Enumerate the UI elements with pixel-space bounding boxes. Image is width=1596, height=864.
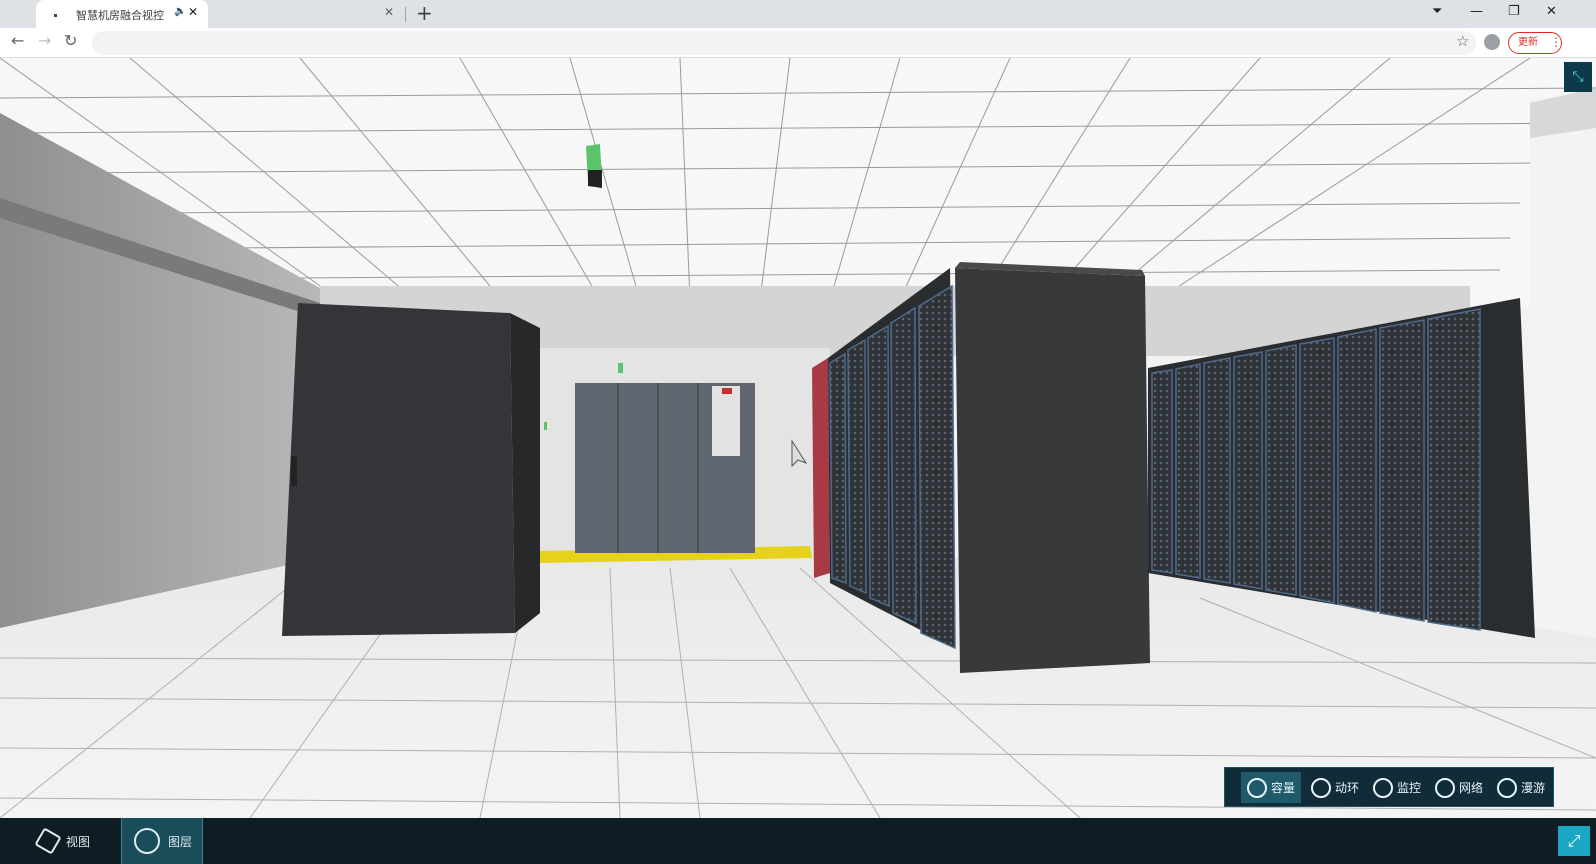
view-button[interactable]: 视图	[26, 818, 122, 864]
close-tab-icon[interactable]: ✕	[188, 5, 198, 19]
mode-roam[interactable]: 漫游	[1491, 772, 1551, 803]
scene-render	[0, 58, 1596, 818]
minimize-icon[interactable]: —	[1470, 4, 1483, 19]
back-icon[interactable]: ←	[11, 31, 24, 50]
tab-search-icon[interactable]: ⏷	[1432, 4, 1442, 19]
mode-capacity[interactable]: 容量	[1241, 772, 1302, 803]
mode-label: 网络	[1459, 781, 1484, 795]
mode-environment[interactable]: 动环	[1305, 772, 1365, 803]
environment-icon	[1311, 777, 1331, 798]
mode-network[interactable]: 网络	[1429, 772, 1489, 803]
roam-icon	[1497, 777, 1517, 798]
tab-separator	[405, 7, 406, 22]
view-label: 视图	[66, 834, 91, 849]
mode-label: 动环	[1335, 781, 1360, 795]
browser-tabstrip: 智慧机房融合视控 🔈 ✕ ✕ + ⏷ — ❐ ✕	[0, 0, 1596, 28]
browser-toolbar: ← → ↻ ☆ 更新 ⋮	[0, 28, 1596, 58]
speaker-icon[interactable]: 🔈	[174, 6, 186, 17]
forward-icon[interactable]: →	[38, 31, 51, 50]
datacenter-3d-viewport[interactable]	[0, 58, 1596, 818]
address-bar[interactable]	[92, 31, 1476, 55]
reload-icon[interactable]: ↻	[64, 31, 77, 50]
layer-button[interactable]: 图层	[121, 818, 203, 864]
camera-icon	[1373, 777, 1393, 798]
network-icon	[1435, 777, 1455, 798]
bottom-bar: 视图 图层	[0, 818, 1596, 864]
browser-tab-active[interactable]: 智慧机房融合视控 🔈 ✕	[36, 0, 208, 28]
restore-icon[interactable]: ❐	[1508, 4, 1520, 19]
mode-label: 容量	[1271, 781, 1296, 795]
close-tab-icon-2[interactable]: ✕	[384, 5, 394, 19]
mode-label: 漫游	[1521, 781, 1546, 795]
layer-label: 图层	[168, 834, 193, 849]
bookmark-star-icon[interactable]: ☆	[1456, 32, 1469, 50]
close-window-icon[interactable]: ✕	[1546, 4, 1557, 19]
layer-icon	[134, 828, 160, 854]
profile-icon[interactable]	[1484, 34, 1500, 50]
collapse-view-icon[interactable]: ⤡	[1564, 62, 1592, 92]
mode-label: 监控	[1397, 781, 1422, 795]
favicon-icon	[54, 14, 57, 17]
tab-title: 智慧机房融合视控	[76, 9, 164, 22]
menu-dots-icon[interactable]: ⋮	[1550, 35, 1562, 49]
new-tab-button[interactable]: +	[416, 1, 433, 25]
mode-toolbar: 容量 动环 监控 网络 漫游	[1224, 767, 1554, 807]
mode-camera[interactable]: 监控	[1367, 772, 1427, 803]
fullscreen-icon[interactable]: ⤢	[1558, 826, 1590, 856]
cube-icon	[34, 827, 62, 855]
capacity-icon	[1247, 777, 1267, 798]
